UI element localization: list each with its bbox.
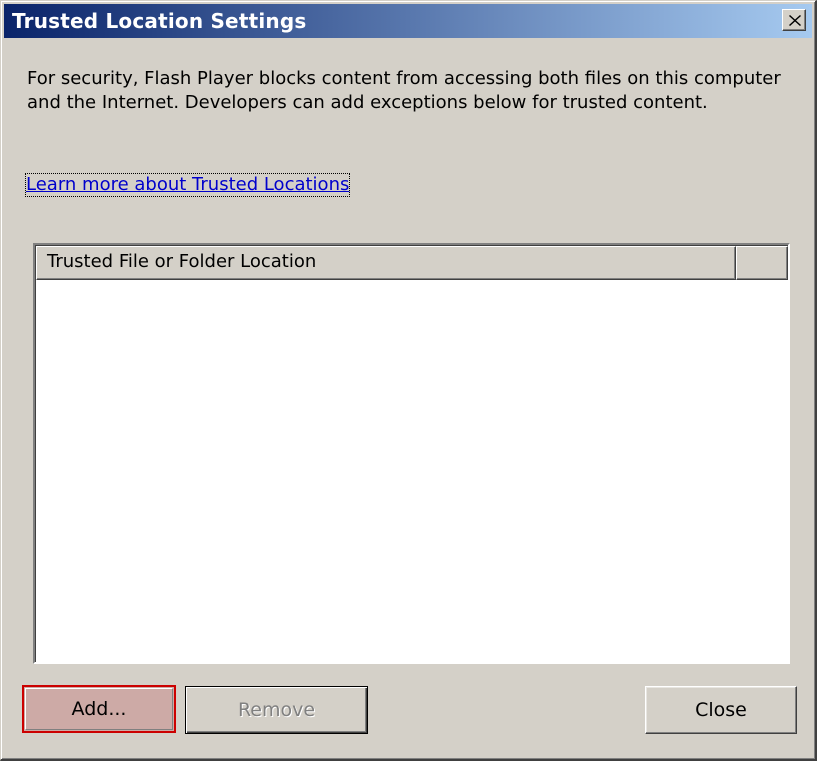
column-header-extra[interactable] bbox=[736, 246, 788, 280]
list-body[interactable] bbox=[36, 280, 788, 662]
title-close-button[interactable] bbox=[782, 9, 806, 31]
add-button-label: Add... bbox=[71, 698, 127, 720]
trusted-locations-list[interactable]: Trusted File or Folder Location bbox=[33, 243, 790, 664]
close-icon bbox=[789, 15, 801, 26]
close-button[interactable]: Close bbox=[645, 686, 797, 734]
column-header-location[interactable]: Trusted File or Folder Location bbox=[36, 246, 736, 280]
add-button[interactable]: Add... bbox=[22, 685, 176, 733]
remove-button[interactable]: Remove bbox=[185, 686, 368, 734]
window-title: Trusted Location Settings bbox=[12, 9, 307, 33]
remove-button-label: Remove bbox=[237, 699, 316, 721]
list-header: Trusted File or Folder Location bbox=[36, 246, 788, 280]
security-description: For security, Flash Player blocks conten… bbox=[27, 68, 781, 113]
close-button-label: Close bbox=[695, 699, 747, 721]
learn-more-link[interactable]: Learn more about Trusted Locations bbox=[24, 173, 351, 197]
trusted-location-settings-dialog: Trusted Location Settings For security, … bbox=[0, 0, 817, 761]
title-bar[interactable]: Trusted Location Settings bbox=[4, 4, 812, 38]
